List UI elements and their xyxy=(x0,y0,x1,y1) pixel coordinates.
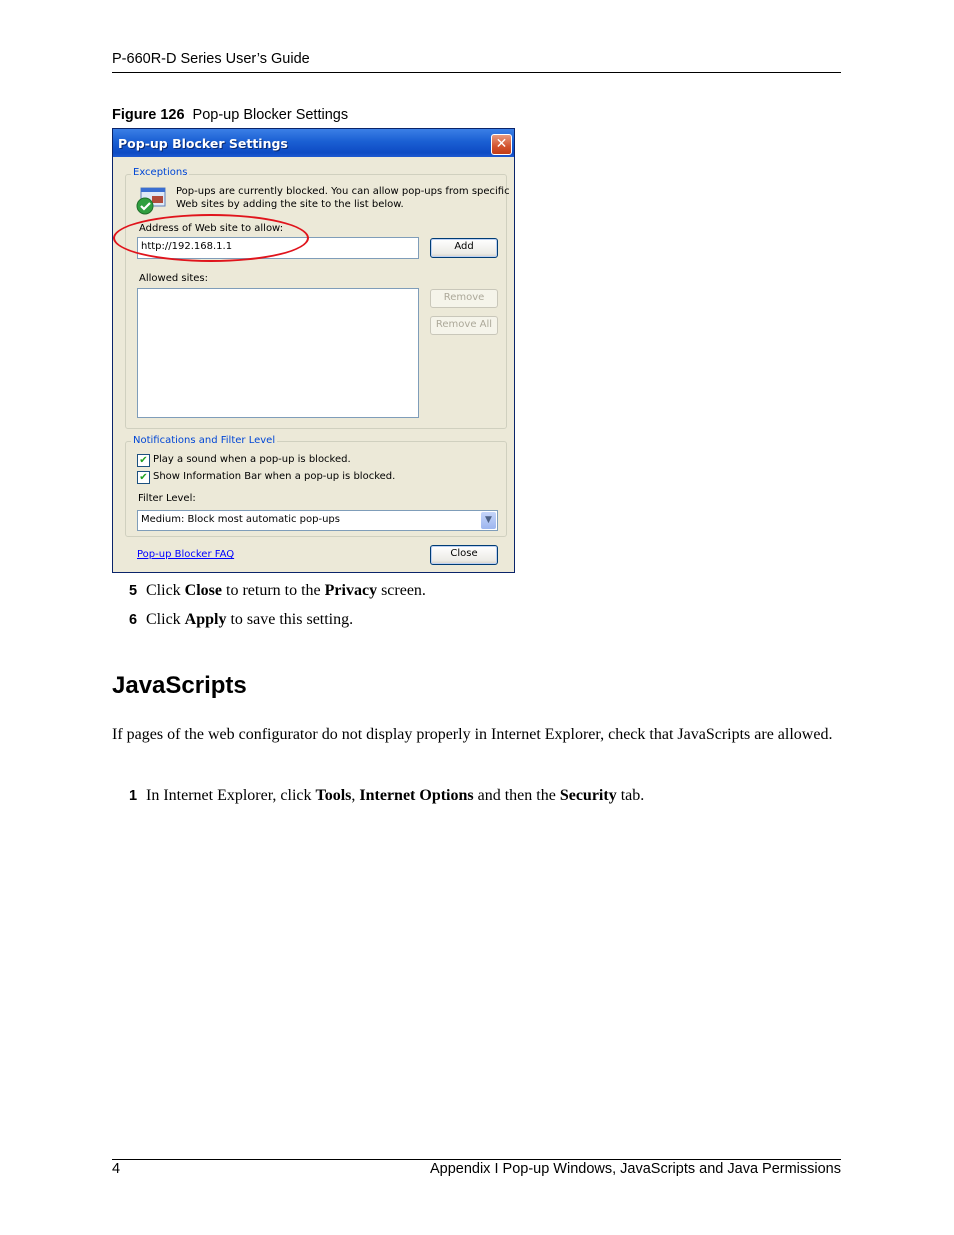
highlight-ellipse xyxy=(113,214,309,262)
header-rule xyxy=(112,72,841,73)
play-sound-checkbox[interactable]: ✔ xyxy=(137,454,150,467)
step-1: 1 In Internet Explorer, click Tools, Inte… xyxy=(129,787,644,805)
figure-caption: Figure 126 Pop-up Blocker Settings xyxy=(112,107,348,123)
step-text: screen. xyxy=(377,582,426,599)
footer-rule xyxy=(112,1159,841,1160)
remove-button[interactable]: Remove xyxy=(430,289,498,308)
running-header: P-660R-D Series User’s Guide xyxy=(112,51,310,67)
section-heading: JavaScripts xyxy=(112,672,247,699)
info-line-2: Web sites by adding the site to the list… xyxy=(176,199,404,210)
info-bar-label: Show Information Bar when a pop-up is bl… xyxy=(153,471,396,482)
step-text: Click xyxy=(146,611,185,628)
dialog-title: Pop-up Blocker Settings xyxy=(118,136,288,151)
remove-all-button[interactable]: Remove All xyxy=(430,316,498,335)
page-number: 4 xyxy=(112,1161,121,1177)
step-5: 5 Click Close to return to the Privacy sc… xyxy=(129,582,426,600)
shield-check-icon xyxy=(136,187,166,215)
exceptions-label: Exceptions xyxy=(131,167,190,178)
step-6: 6 Click Apply to save this setting. xyxy=(129,611,353,629)
step-number: 6 xyxy=(129,612,138,628)
filter-level-select[interactable]: Medium: Block most automatic pop-ups ▼ xyxy=(137,510,498,531)
section-paragraph: If pages of the web configurator do not … xyxy=(112,726,833,743)
chevron-down-icon[interactable]: ▼ xyxy=(481,512,496,529)
info-bar-checkbox[interactable]: ✔ xyxy=(137,471,150,484)
step-text: tab. xyxy=(616,787,645,804)
play-sound-label: Play a sound when a pop-up is blocked. xyxy=(153,454,351,465)
close-button[interactable]: Close xyxy=(430,545,498,565)
allowed-sites-list[interactable] xyxy=(137,288,419,418)
info-line-1: Pop-ups are currently blocked. You can a… xyxy=(176,186,510,197)
step-number: 5 xyxy=(129,583,138,599)
popup-blocker-dialog: Pop-up Blocker Settings ✕ Exceptions Pop… xyxy=(112,128,515,573)
filter-level-label: Filter Level: xyxy=(138,493,196,504)
popup-blocker-faq-link[interactable]: Pop-up Blocker FAQ xyxy=(137,549,234,560)
dialog-titlebar: Pop-up Blocker Settings ✕ xyxy=(113,129,514,157)
figure-label: Figure 126 xyxy=(112,107,185,123)
filter-level-value: Medium: Block most automatic pop-ups xyxy=(141,514,340,525)
step-text: to return to the xyxy=(222,582,325,599)
step-bold: Close xyxy=(184,582,222,599)
notifications-label: Notifications and Filter Level xyxy=(131,435,278,446)
allowed-sites-label: Allowed sites: xyxy=(139,273,209,284)
step-text: Click xyxy=(146,582,185,599)
step-bold: Tools xyxy=(315,787,352,804)
step-text: In Internet Explorer, click xyxy=(146,787,316,804)
add-button[interactable]: Add xyxy=(430,238,498,258)
step-bold: Apply xyxy=(184,611,227,628)
step-text: to save this setting. xyxy=(226,611,354,628)
step-bold: Security xyxy=(559,787,617,804)
step-text: and then the xyxy=(473,787,560,804)
footer-title: Appendix I Pop-up Windows, JavaScripts a… xyxy=(429,1161,841,1177)
close-icon[interactable]: ✕ xyxy=(491,134,512,155)
figure-title: Pop-up Blocker Settings xyxy=(192,107,349,123)
step-bold: Privacy xyxy=(324,582,378,599)
step-number: 1 xyxy=(129,788,138,804)
step-bold: Internet Options xyxy=(359,787,474,804)
